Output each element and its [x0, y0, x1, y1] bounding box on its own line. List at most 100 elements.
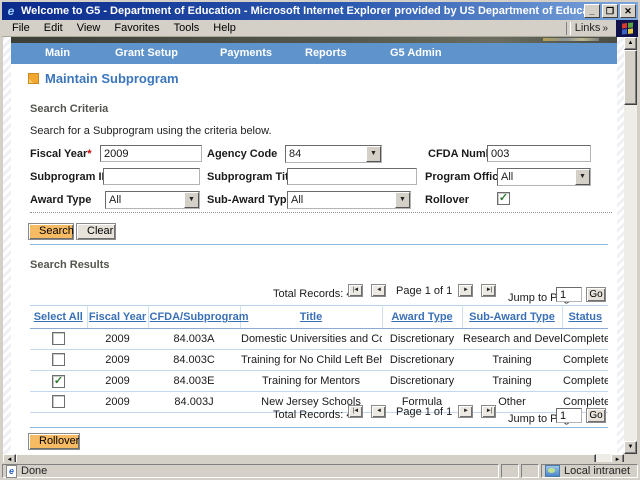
go-button[interactable]: Go [586, 287, 606, 302]
menu-bar: File Edit View Favorites Tools Help Link… [2, 20, 638, 37]
subprogram-id-input[interactable] [103, 168, 200, 185]
program-office-label: Program Office [425, 171, 504, 183]
cell-award-type: Discretionary [382, 350, 462, 371]
award-type-label: Award Type [30, 194, 91, 206]
search-button[interactable]: Search [28, 223, 74, 240]
required-asterisk: * [87, 148, 91, 160]
col-sub-award-type[interactable]: Sub-Award Type [462, 306, 562, 329]
cell-cfda: 84.003C [148, 350, 240, 371]
menu-favorites[interactable]: Favorites [114, 22, 159, 34]
cell-cfda: 84.003J [148, 392, 240, 413]
menu-help[interactable]: Help [213, 22, 236, 34]
rollover-button[interactable]: Rollover [28, 433, 80, 450]
row-checkbox[interactable]: ✓ [52, 375, 65, 388]
status-bar: e Done Local intranet [2, 462, 638, 478]
agency-code-label: Agency Code [207, 148, 277, 160]
links-toolbar[interactable]: Links [575, 22, 601, 34]
nav-main[interactable]: Main [45, 47, 70, 59]
dropdown-arrow-icon[interactable]: ▼ [184, 192, 199, 208]
horizontal-rule [30, 427, 608, 428]
jump-to-page-input[interactable] [556, 287, 582, 302]
cell-title: Training for Mentors [240, 371, 382, 392]
scroll-up-icon[interactable]: ▲ [624, 37, 637, 50]
cell-fiscal-year: 2009 [87, 350, 148, 371]
cell-cfda: 84.003A [148, 329, 240, 350]
col-title[interactable]: Title [240, 306, 382, 329]
nav-payments[interactable]: Payments [220, 47, 272, 59]
vertical-scrollbar[interactable]: ▲ ▼ [624, 37, 637, 454]
dropdown-arrow-icon[interactable]: ▼ [366, 146, 381, 162]
menu-file[interactable]: File [12, 22, 30, 34]
rollover-checkbox[interactable]: ✓ [497, 192, 510, 205]
title-bar: e Welcome to G5 - Department of Educatio… [2, 2, 638, 20]
col-fiscal-year[interactable]: Fiscal Year [87, 306, 148, 329]
cell-status: Complete [562, 350, 608, 371]
restore-button[interactable]: ❐ [602, 4, 618, 18]
col-status[interactable]: Status [562, 306, 608, 329]
status-pane [521, 464, 539, 478]
toolbar-separator [566, 22, 571, 35]
subprogram-title-label: Subprogram Title [207, 171, 298, 183]
bullet-icon [28, 73, 39, 84]
next-page-button[interactable]: ► [458, 284, 473, 297]
prev-page-button[interactable]: ◄ [371, 405, 386, 418]
chevron-icon[interactable]: » [602, 23, 608, 34]
scroll-down-icon[interactable]: ▼ [624, 441, 637, 454]
clear-button[interactable]: Clear [76, 223, 116, 240]
table-row: ✓ 2009 84.003E Training for Mentors Disc… [30, 371, 608, 392]
results-table: Select All Fiscal Year CFDA/Subprogram T… [30, 305, 608, 413]
nav-g5-admin[interactable]: G5 Admin [390, 47, 442, 59]
rollover-label: Rollover [425, 194, 469, 206]
dropdown-arrow-icon[interactable]: ▼ [395, 192, 410, 208]
browser-window: e Welcome to G5 - Department of Educatio… [0, 0, 640, 480]
program-office-select[interactable]: All ▼ [497, 168, 591, 186]
fiscal-year-input[interactable] [100, 145, 202, 162]
jump-to-page-input[interactable] [556, 408, 582, 423]
total-records: Total Records: 4 [273, 288, 352, 300]
menu-tools[interactable]: Tools [174, 22, 200, 34]
nav-grant-setup[interactable]: Grant Setup [115, 47, 178, 59]
last-page-button[interactable]: ►| [481, 284, 496, 297]
col-award-type[interactable]: Award Type [382, 306, 462, 329]
award-type-select[interactable]: All ▼ [105, 191, 200, 209]
dropdown-arrow-icon[interactable]: ▼ [575, 169, 590, 185]
minimize-button[interactable]: _ [584, 4, 600, 18]
cfda-number-input[interactable] [487, 145, 591, 162]
last-page-button[interactable]: ►| [481, 405, 496, 418]
cell-fiscal-year: 2009 [87, 392, 148, 413]
page-title: Maintain Subprogram [45, 71, 179, 86]
cell-status: Complete [562, 371, 608, 392]
col-cfda-subprogram[interactable]: CFDA/Subprogram [148, 306, 240, 329]
first-page-button[interactable]: |◄ [348, 405, 363, 418]
cell-sub-award-type: Training [462, 350, 562, 371]
row-checkbox[interactable] [52, 353, 65, 366]
subprogram-title-input[interactable] [287, 168, 417, 185]
close-button[interactable]: ✕ [620, 4, 636, 18]
menu-edit[interactable]: Edit [44, 22, 63, 34]
row-checkbox[interactable] [52, 395, 65, 408]
ie-logo-icon: e [4, 4, 18, 18]
cell-fiscal-year: 2009 [87, 371, 148, 392]
agency-code-select[interactable]: 84 ▼ [285, 145, 382, 163]
vertical-scroll-thumb[interactable] [624, 50, 637, 105]
table-row: 2009 84.003A Domestic Universities and C… [30, 329, 608, 350]
cell-sub-award-type: Other [462, 392, 562, 413]
cell-status: Complete [562, 329, 608, 350]
fiscal-year-label: Fiscal Year* [30, 148, 92, 160]
sub-award-type-select[interactable]: All ▼ [287, 191, 411, 209]
cell-title: Domestic Universities and Colleges [240, 329, 382, 350]
first-page-button[interactable]: |◄ [348, 284, 363, 297]
cell-fiscal-year: 2009 [87, 329, 148, 350]
search-instructions: Search for a Subprogram using the criter… [30, 125, 272, 137]
status-text: Done [21, 465, 47, 477]
search-results-heading: Search Results [30, 259, 109, 271]
menu-view[interactable]: View [77, 22, 101, 34]
row-checkbox[interactable] [52, 332, 65, 345]
col-select-all[interactable]: Select All [30, 306, 87, 329]
go-button[interactable]: Go [586, 408, 606, 423]
nav-reports[interactable]: Reports [305, 47, 347, 59]
prev-page-button[interactable]: ◄ [371, 284, 386, 297]
section-divider [30, 212, 612, 213]
next-page-button[interactable]: ► [458, 405, 473, 418]
sub-award-type-label: Sub-Award Type [207, 194, 293, 206]
